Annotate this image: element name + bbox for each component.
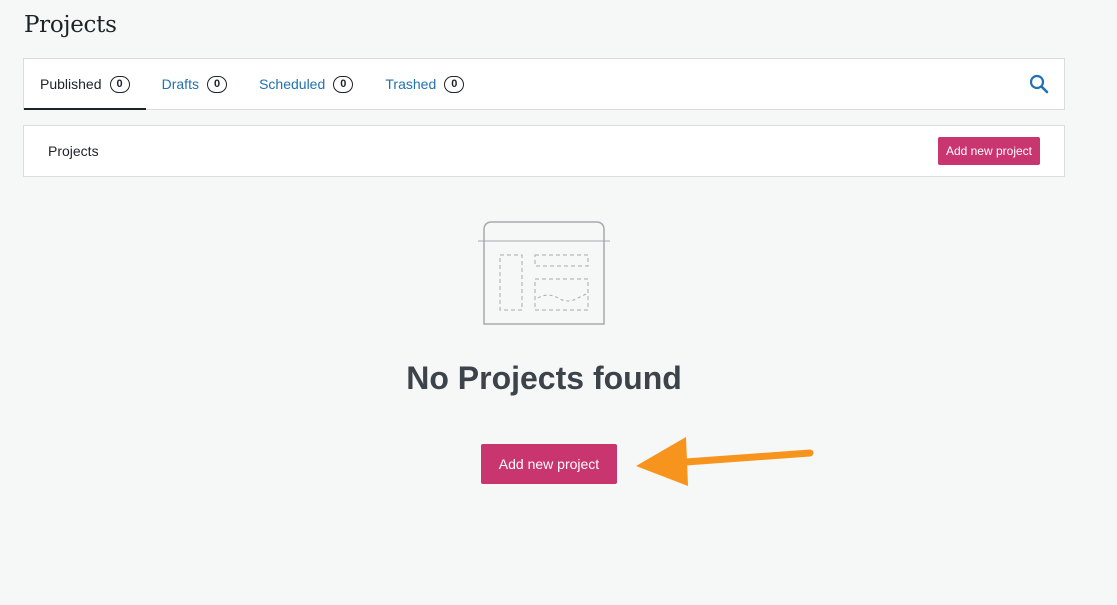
empty-state-title: No Projects found [406, 360, 682, 396]
tab-count-badge: 0 [206, 75, 228, 93]
tab-label: Drafts [161, 76, 199, 92]
search-icon [1029, 74, 1049, 94]
tab-count-badge: 0 [333, 75, 354, 93]
tab-count-badge: 0 [109, 75, 130, 93]
status-tabs: Published 0 Drafts 0 Scheduled 0 Trashed… [23, 58, 1065, 110]
tab-label: Published [40, 76, 102, 92]
tab-label: Scheduled [259, 76, 326, 92]
empty-state-add-project-button[interactable]: Add new project [481, 444, 617, 484]
list-header-label: Projects [48, 143, 99, 159]
tab-trashed[interactable]: Trashed 0 [369, 59, 480, 109]
tab-scheduled[interactable]: Scheduled 0 [243, 59, 369, 109]
tab-published[interactable]: Published 0 [24, 59, 146, 110]
tab-count-badge: 0 [444, 75, 465, 93]
add-new-project-button[interactable]: Add new project [937, 137, 1040, 165]
page-title: Projects [24, 12, 117, 38]
annotation-arrow [632, 432, 816, 492]
empty-document-illustration [478, 218, 612, 328]
list-header-card: Projects Add new project [23, 125, 1065, 177]
tab-drafts[interactable]: Drafts 0 [146, 59, 243, 109]
tab-label: Trashed [385, 76, 437, 92]
search-button[interactable] [1028, 73, 1050, 95]
